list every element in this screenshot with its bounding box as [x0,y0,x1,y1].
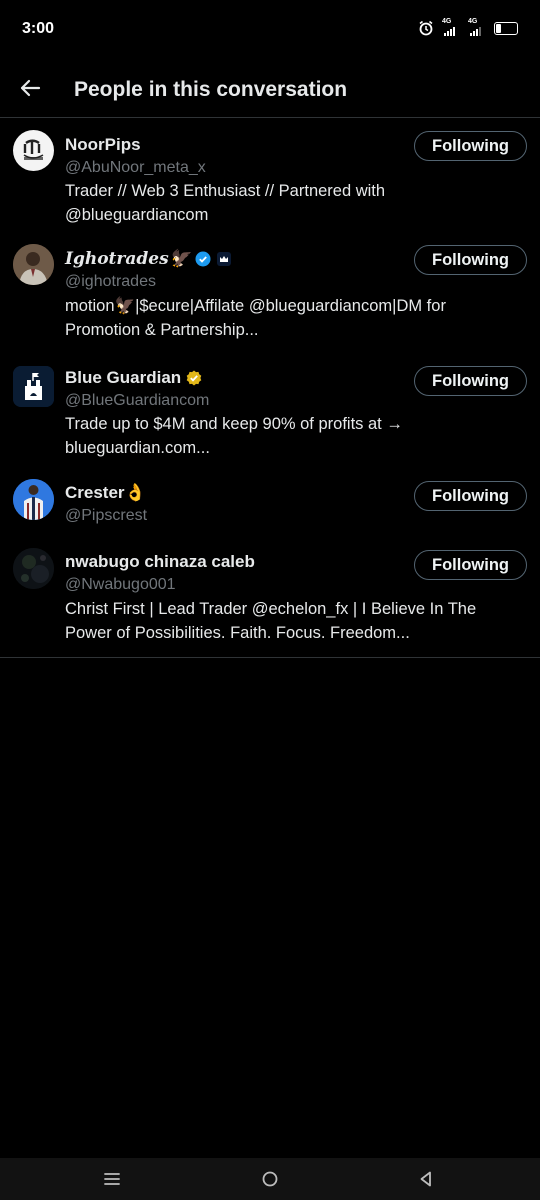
avatar[interactable] [13,366,54,407]
list-item[interactable]: Ighotrades🦅 @ighotrades Following motion… [0,232,540,352]
user-handle[interactable]: @Nwabugo001 [65,574,410,596]
following-button[interactable]: Following [414,481,527,511]
user-handle[interactable]: @AbuNoor_meta_x [65,157,410,179]
display-name[interactable]: nwabugo chinaza caleb [65,552,255,572]
verified-blue-icon [195,251,211,267]
affiliate-icon [216,252,231,266]
battery-icon: 24 [494,21,518,35]
profile-photo-icon [13,244,54,285]
system-nav-bar [0,1158,540,1200]
profile-photo-icon [13,548,54,589]
display-name[interactable]: Blue Guardian [65,368,181,388]
home-circle-icon [262,1171,278,1187]
list-item[interactable]: Crester👌 @Pipscrest Following [0,470,540,539]
signal-1-icon: 4G [442,18,460,36]
following-button[interactable]: Following [414,550,527,580]
avatar[interactable] [13,479,54,520]
battery-level: 24 [500,23,511,33]
home-button[interactable] [258,1168,282,1190]
following-button[interactable]: Following [414,131,527,161]
user-bio: motion🦅|$ecure|Affilate @blueguardiancom… [65,297,446,339]
recents-icon [104,1173,120,1185]
user-list: NoorPips @AbuNoor_meta_x Following Trade… [0,119,540,658]
blue-guardian-logo-icon [13,366,54,407]
status-time: 3:00 [22,20,55,37]
alarm-icon [419,20,433,36]
following-button[interactable]: Following [414,366,527,396]
back-button[interactable] [14,72,46,104]
display-name[interactable]: NoorPips [65,135,141,155]
page-title: People in this conversation [74,78,348,101]
avatar[interactable] [13,130,54,171]
verified-gold-icon [186,370,202,386]
list-item[interactable]: Blue Guardian @BlueGuardiancom Following… [0,352,540,470]
noorpips-logo-icon [13,130,54,171]
system-back-button[interactable] [414,1168,438,1190]
user-handle[interactable]: @ighotrades [65,271,410,293]
display-name[interactable]: Crester👌 [65,483,146,503]
user-bio: Trader // Web 3 Enthusiast // Partnered … [65,182,386,224]
list-item[interactable]: nwabugo chinaza caleb @Nwabugo001 Follow… [0,539,540,647]
profile-photo-icon [13,479,54,520]
user-bio: Trade up to $4M and keep 90% of profits … [65,415,403,457]
following-button[interactable]: Following [414,245,527,275]
display-name[interactable]: Ighotrades🦅 [65,249,190,269]
signal-2-icon: 4G [468,18,486,36]
recents-button[interactable] [100,1168,124,1190]
user-handle[interactable]: @BlueGuardiancom [65,390,410,412]
user-bio: Christ First | Lead Trader @echelon_fx |… [65,600,477,642]
back-triangle-icon [420,1171,431,1187]
status-icons: 4G 4G 24 [418,18,518,36]
arrow-left-icon [20,79,41,97]
page-header: People in this conversation [0,60,540,118]
status-bar: 3:00 4G 4G 24 [0,0,540,60]
list-item[interactable]: NoorPips @AbuNoor_meta_x Following Trade… [0,119,540,232]
avatar[interactable] [13,548,54,589]
avatar[interactable] [13,244,54,285]
user-handle[interactable]: @Pipscrest [65,505,410,527]
